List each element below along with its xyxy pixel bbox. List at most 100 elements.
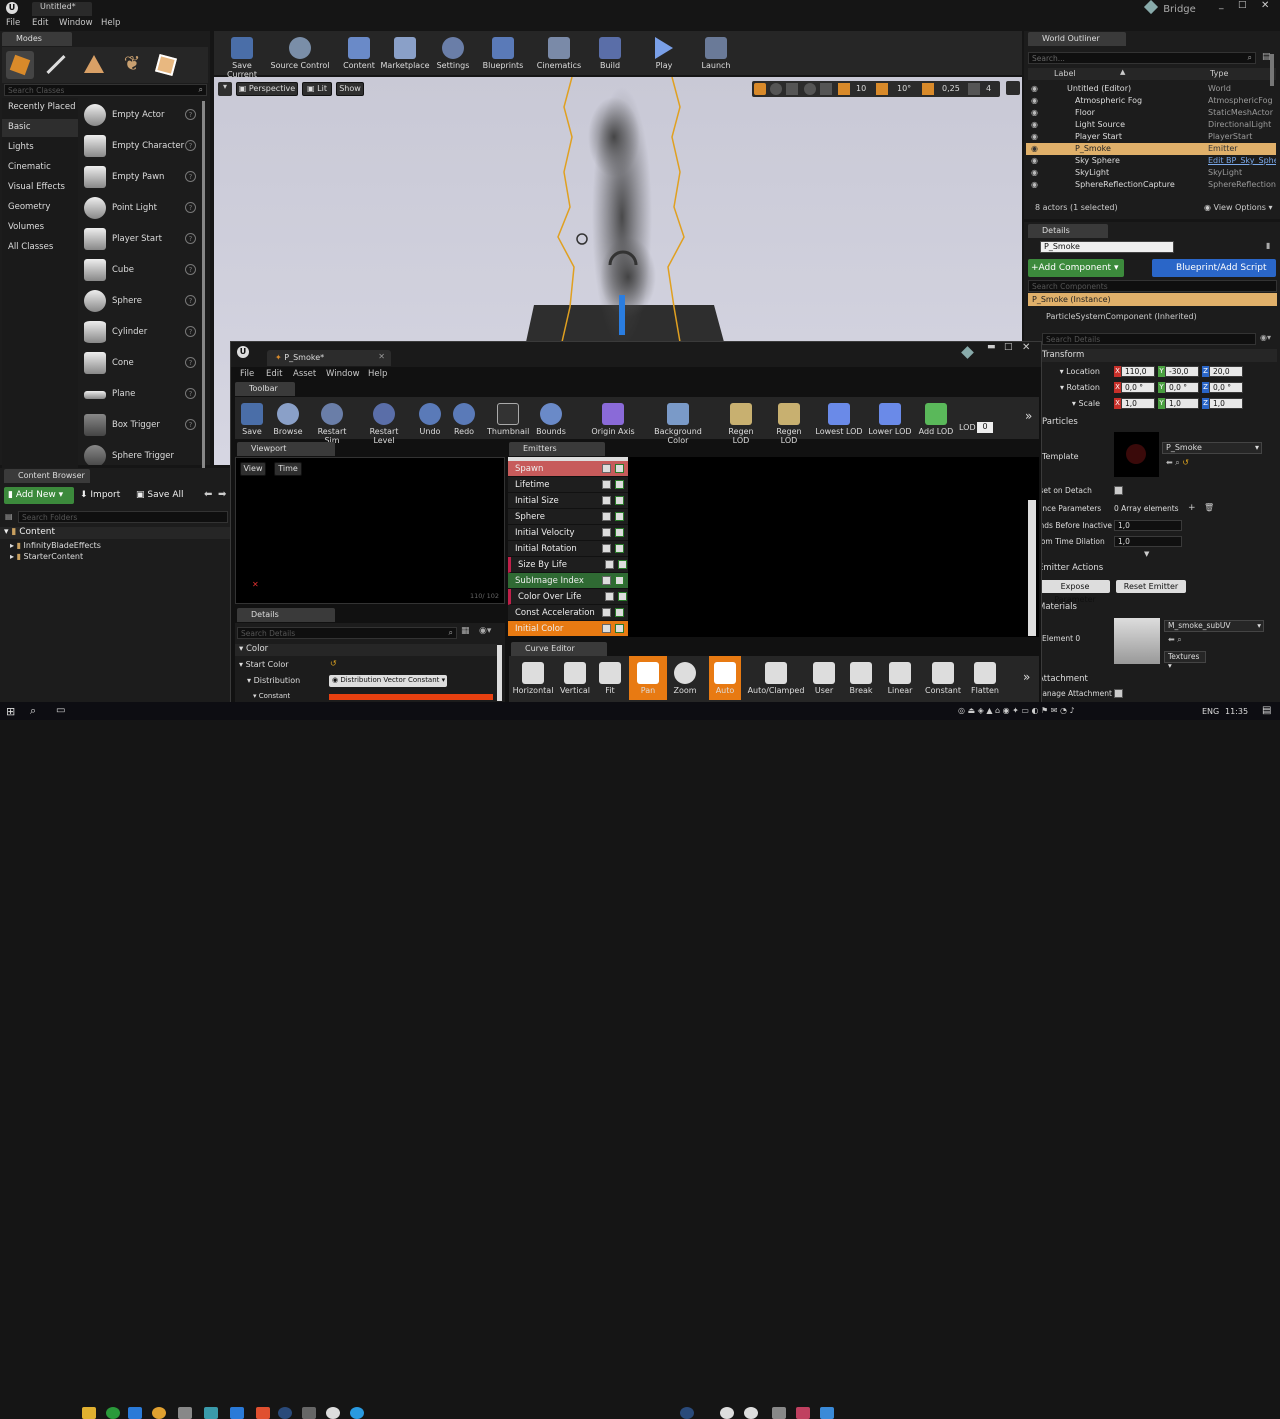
outliner-row[interactable]: ◉ SkyLight SkyLight (1026, 167, 1276, 179)
brave-icon[interactable] (256, 1407, 270, 1419)
close-icon[interactable]: ✕ (378, 352, 385, 361)
module-enabled-checkbox[interactable] (615, 464, 624, 473)
class-item-sphere-trigger[interactable]: Sphere Trigger (80, 441, 206, 465)
eye-icon[interactable]: ◉ (1031, 96, 1038, 105)
time-button[interactable]: Time (274, 462, 302, 476)
emitter-module-row[interactable]: Initial Color (508, 621, 628, 637)
help-icon[interactable]: ? (185, 357, 196, 368)
regen-lod-button-2[interactable]: Regen LOD (767, 397, 811, 445)
help-icon[interactable]: ? (185, 109, 196, 120)
marketplace-button[interactable]: Marketplace (380, 31, 430, 75)
use-selected-icon[interactable]: ⬅ (1168, 635, 1177, 644)
constant-row[interactable]: ▾ Constant (253, 692, 290, 700)
outliner-row[interactable]: ◉ Sky Sphere Edit BP_Sky_Sphe (1026, 155, 1276, 167)
emitters-scrollbar[interactable] (1028, 500, 1036, 636)
cinematics-button[interactable]: Cinematics (536, 31, 582, 75)
eye-icon[interactable]: ◉ (1031, 180, 1038, 189)
outliner-search[interactable]: Search... ⌕ (1028, 52, 1256, 64)
module-curve-checkbox[interactable] (602, 528, 611, 537)
outliner-row[interactable]: ◉ Floor StaticMeshActor (1026, 107, 1276, 119)
details-tab[interactable]: Details (237, 608, 335, 622)
module-curve-checkbox[interactable] (602, 576, 611, 585)
module-curve-checkbox[interactable] (605, 592, 614, 601)
details-view-icon[interactable]: ◉▾ (1260, 333, 1278, 345)
emitter-module-row[interactable]: Sphere (508, 509, 628, 525)
outliner-search-input[interactable]: Search... (1032, 54, 1065, 63)
class-item-player-start[interactable]: Player Start? (80, 224, 206, 255)
eye-icon[interactable]: ◉ (1031, 144, 1038, 153)
outliner-row[interactable]: ◉ Player Start PlayerStart (1026, 131, 1276, 143)
play-button[interactable]: Play (648, 31, 680, 75)
emitter-actions-section[interactable]: Emitter Actions (1038, 563, 1103, 573)
curve-vertical-button[interactable]: Vertical (555, 656, 595, 700)
module-curve-checkbox[interactable] (602, 608, 611, 617)
blueprints-button[interactable]: Blueprints (482, 31, 524, 75)
col-label[interactable]: Label (1054, 69, 1076, 78)
menu-help[interactable]: Help (101, 18, 120, 28)
lock-icon[interactable]: ▮ (1266, 241, 1276, 253)
seconds-before-field[interactable]: 1,0 (1114, 520, 1182, 531)
app-icon[interactable] (772, 1407, 786, 1419)
viewport-tab[interactable]: Viewport (237, 442, 335, 456)
cascade-doc-tab[interactable]: ✦ P_Smoke* ✕ (267, 350, 391, 366)
class-item-box-trigger[interactable]: Box Trigger? (80, 410, 206, 441)
landscape-mode-icon[interactable] (80, 51, 108, 79)
module-curve-checkbox[interactable] (602, 480, 611, 489)
add-new-button[interactable]: ▮ Add New ▾ (4, 487, 74, 504)
help-icon[interactable]: ? (185, 202, 196, 213)
outliner-type-link[interactable]: Edit BP_Sky_Sphe (1208, 156, 1276, 165)
clock[interactable]: 11:35 (1225, 707, 1248, 716)
emitter-module-row[interactable]: Const Acceleration (508, 605, 628, 621)
category-basic[interactable]: Basic (8, 122, 31, 132)
save-current-button[interactable]: Save Current (216, 31, 268, 79)
language-indicator[interactable]: ENG (1202, 707, 1219, 716)
task-view-icon[interactable]: ▭ (56, 705, 65, 716)
expand-advanced-icon[interactable]: ▼ (1144, 550, 1149, 558)
details-scrollbar[interactable] (497, 645, 502, 701)
search-details[interactable]: Search Details (1042, 333, 1256, 345)
class-item-empty-pawn[interactable]: Empty Pawn? (80, 162, 206, 193)
module-enabled-checkbox[interactable] (615, 496, 624, 505)
grid-view-icon[interactable]: ▦ (461, 626, 470, 636)
module-curve-checkbox[interactable] (602, 512, 611, 521)
help-icon[interactable]: ? (185, 264, 196, 275)
emitter-module-row[interactable]: Size By Life (508, 557, 628, 573)
save-button[interactable]: Save (237, 397, 267, 441)
module-enabled-checkbox[interactable] (615, 480, 624, 489)
module-enabled-checkbox[interactable] (615, 544, 624, 553)
emitter-module-row[interactable]: Color Over Life (508, 589, 628, 605)
eye-icon[interactable]: ◉ (1031, 132, 1038, 141)
help-icon[interactable]: ? (185, 388, 196, 399)
source-control-button[interactable]: Source Control (270, 31, 330, 75)
world-outliner-tab[interactable]: World Outliner (1028, 32, 1126, 46)
reset-arrow-icon[interactable]: ↺ (1182, 458, 1189, 467)
curve-user-button[interactable]: User (807, 656, 841, 700)
maximize-button[interactable]: □ (1004, 342, 1013, 352)
class-item-point-light[interactable]: Point Light? (80, 193, 206, 224)
curve-constant-button[interactable]: Constant (921, 656, 965, 700)
unreal-icon[interactable] (720, 1407, 734, 1419)
category-visual-effects[interactable]: Visual Effects (8, 182, 65, 192)
eye-icon[interactable]: ◉ (1031, 84, 1038, 93)
curve-linear-button[interactable]: Linear (881, 656, 919, 700)
cascade-details-search-input[interactable]: Search Details (241, 629, 295, 638)
module-enabled-checkbox[interactable] (615, 576, 624, 585)
outliner-row[interactable]: ◉ SphereReflectionCapture SphereReflection… (1026, 179, 1276, 191)
reset-arrow-icon[interactable]: ↺ (330, 659, 337, 668)
module-curve-checkbox[interactable] (602, 624, 611, 633)
component-instance-row[interactable]: P_Smoke (Instance) (1028, 293, 1277, 306)
material-dropdown[interactable]: M_smoke_subUV ▾ (1164, 620, 1264, 632)
help-icon[interactable]: ? (185, 233, 196, 244)
steam-icon[interactable] (278, 1407, 292, 1419)
search-folders-input[interactable]: Search Folders (22, 513, 77, 522)
close-button[interactable]: ✕ (1261, 0, 1275, 12)
emitter-module-row[interactable]: Initial Velocity (508, 525, 628, 541)
curve-horizontal-button[interactable]: Horizontal (511, 656, 555, 700)
regen-lod-button[interactable]: Regen LOD (719, 397, 763, 445)
view-options-button[interactable]: ◉ View Options ▾ (1204, 203, 1273, 212)
chrome-icon[interactable] (106, 1407, 120, 1419)
constant-color-swatch[interactable] (329, 694, 493, 700)
template-thumbnail[interactable] (1114, 432, 1159, 477)
add-lod-button[interactable]: Add LOD (917, 397, 955, 441)
maximize-button[interactable]: □ (1238, 0, 1252, 12)
